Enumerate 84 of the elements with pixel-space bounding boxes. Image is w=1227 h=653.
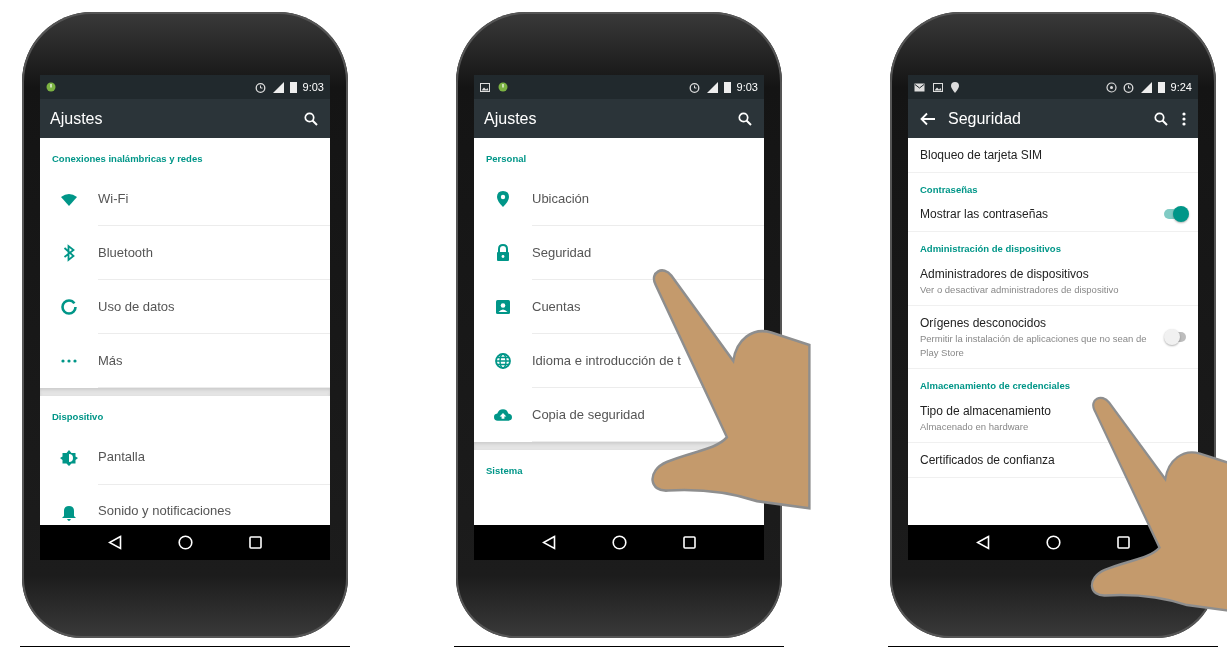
image-icon (480, 82, 490, 92)
square-recents-icon (683, 536, 696, 549)
search-button[interactable] (736, 109, 754, 128)
section-header: Sistema (485, 464, 524, 479)
battery-icon (1157, 81, 1165, 93)
more-vert-icon (1182, 111, 1186, 126)
image-icon (933, 82, 943, 92)
pin-icon (951, 81, 959, 93)
battery-icon (289, 81, 297, 93)
item-label: Orígenes desconocidos (920, 314, 1048, 332)
section-header: Conexiones inalámbricas y redes (51, 152, 204, 166)
triangle-back-icon (542, 535, 556, 550)
app-bar-title: Ajustes (484, 108, 538, 129)
square-recents-icon (1117, 536, 1130, 549)
item-label[interactable]: Uso de datos (98, 297, 175, 317)
app-bar-title: Ajustes (50, 108, 104, 129)
search-button[interactable] (1152, 109, 1170, 128)
section-header: Personal (485, 152, 528, 166)
item-label: Administradores de dispositivos (920, 265, 1090, 283)
item-label: Certificados de confianza (920, 451, 1056, 469)
mail-icon (914, 82, 925, 92)
status-time: 9:24 (1170, 79, 1192, 95)
brightness-icon (60, 448, 78, 467)
location-pin-icon (494, 190, 512, 209)
item-label[interactable]: Wi-Fi (98, 189, 129, 209)
lock-icon (494, 244, 512, 263)
hotspot-icon (1105, 81, 1117, 93)
signal-icon (705, 81, 718, 93)
triangle-back-icon (976, 535, 990, 550)
status-time: 9:03 (302, 79, 324, 95)
square-recents-icon (249, 536, 262, 549)
data-usage-icon (60, 298, 78, 317)
recents-button[interactable] (681, 534, 698, 551)
back-nav-button[interactable] (540, 533, 558, 552)
search-button[interactable] (302, 109, 320, 128)
section-header: Administración de dispositivos (919, 242, 1062, 257)
recents-button[interactable] (1115, 534, 1132, 551)
item-label[interactable]: Ubicación (532, 189, 590, 209)
home-button[interactable] (176, 533, 195, 552)
item-label[interactable]: Seguridad (532, 243, 592, 263)
search-icon (304, 111, 318, 126)
home-button[interactable] (1044, 533, 1063, 552)
back-nav-button[interactable] (974, 533, 992, 552)
switch-control[interactable] (1164, 209, 1186, 220)
section-header: Almacenamiento de credenciales (919, 379, 1071, 394)
item-label[interactable]: Más (98, 351, 123, 371)
home-button[interactable] (610, 533, 629, 552)
search-icon (1154, 111, 1168, 126)
triangle-back-icon (108, 535, 122, 550)
account-box-icon (494, 298, 512, 317)
circle-home-icon (612, 535, 627, 550)
globe-icon (494, 352, 512, 371)
item-label: Bloqueo de tarjeta SIM (920, 147, 1044, 164)
item-summary: Ver o desactivar administradores de dispositivo (920, 282, 1120, 297)
item-label: Tipo de almacenamiento (920, 402, 1052, 420)
alarm-clock-icon (254, 81, 266, 93)
item-summary: Almacenado en hardware (920, 419, 1030, 434)
app-bar-title: Seguridad (948, 108, 1022, 129)
signal-icon (271, 81, 284, 93)
more-icon (61, 359, 77, 364)
circle-home-icon (178, 535, 193, 550)
recents-button[interactable] (247, 534, 264, 551)
item-label[interactable]: Sonido y notificaciones (98, 501, 231, 521)
search-icon (738, 111, 752, 126)
item-label[interactable]: Cuentas (532, 297, 581, 317)
item-summary: Permitir la instalación de aplicaciones que no sean de Play Store (920, 331, 1148, 360)
alarm-clock-icon (688, 81, 700, 93)
item-label[interactable]: Pantalla (98, 447, 145, 467)
power-icon (498, 82, 508, 92)
item-label[interactable]: Copia de seguridad (532, 405, 645, 425)
circle-home-icon (1046, 535, 1061, 550)
back-nav-button[interactable] (106, 533, 124, 552)
section-header: Dispositivo (51, 410, 105, 425)
battery-icon (723, 81, 731, 93)
alarm-clock-icon (1122, 81, 1134, 93)
back-arrow-icon (920, 111, 936, 126)
item-label[interactable]: Idioma e introducción de t (532, 351, 681, 371)
signal-icon (1139, 81, 1152, 93)
section-header: Contraseñas (919, 183, 979, 197)
status-time: 9:03 (736, 79, 758, 95)
power-icon (46, 82, 56, 92)
item-label: Mostrar las contraseñas (920, 206, 1050, 224)
item-label[interactable]: Bluetooth (98, 243, 153, 263)
switch-control[interactable] (1166, 332, 1186, 342)
